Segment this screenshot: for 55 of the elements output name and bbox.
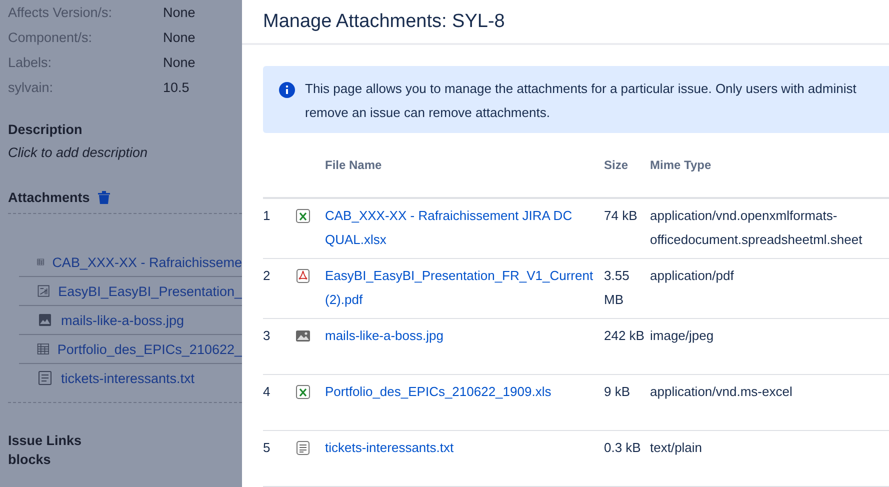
row-number: 4 (263, 383, 270, 401)
row-number: 2 (263, 267, 270, 285)
mime-type-cell: application/vnd.ms-excel (650, 375, 889, 431)
size-cell: 0.3 kB (604, 431, 650, 487)
info-text: This page allows you to manage the attachments for a particular issue. Only users with administ (305, 80, 856, 98)
file-link[interactable]: EasyBI_EasyBI_Presentation_FR_V1_Current (2).pdf (325, 264, 604, 312)
mime-type-cell: application/pdf (650, 259, 889, 319)
column-header: Mime Type (650, 133, 889, 199)
file-link[interactable]: Portfolio_des_EPICs_210622_1909.xls (325, 380, 562, 404)
document-icon (37, 283, 50, 299)
field-label: Affects Version/s: (8, 5, 114, 20)
section-heading: Issue Links (8, 433, 83, 448)
mime-type-cell: application/vnd.openxmlformats-officedocument.spreadsheetml.sheet (650, 199, 889, 259)
field-value: None (163, 5, 196, 20)
mime-type-cell: text/plain (650, 431, 889, 487)
image-file-icon (295, 328, 311, 344)
spreadsheet-icon (37, 341, 50, 357)
dialog-title: Manage Attachments: SYL-8 (263, 10, 505, 33)
section-heading: Description (8, 122, 84, 137)
row-number: 5 (263, 439, 270, 457)
mime-type-cell: image/jpeg (650, 319, 889, 375)
field-label: Component/s: (8, 30, 94, 45)
excel-file-icon (295, 208, 311, 224)
file-link[interactable]: tickets-interessants.txt (325, 436, 464, 460)
description-placeholder[interactable]: Click to add description (8, 145, 242, 160)
info-text: remove an issue can remove attachments. (305, 104, 551, 122)
text-file-icon (37, 370, 53, 386)
excel-file-icon (295, 384, 311, 400)
attachment-link[interactable]: EasyBI_EasyBI_Presentation_ (58, 284, 242, 298)
field-value: None (163, 30, 196, 45)
trash-icon[interactable] (98, 191, 110, 204)
size-cell: 3.55 MB (604, 259, 650, 319)
attachment-link[interactable]: tickets-interessants.txt (61, 370, 195, 386)
field-value: 10.5 (163, 80, 190, 95)
field-value: None (163, 55, 196, 70)
pdf-file-icon (295, 268, 311, 284)
size-cell: 242 kB (604, 319, 650, 375)
size-cell: 9 kB (604, 375, 650, 431)
field-label: sylvain: (8, 80, 54, 95)
attachment-link[interactable]: CAB_XXX-XX - Rafraichisseme (52, 254, 242, 270)
image-icon (37, 312, 53, 328)
attachment-link[interactable]: mails-like-a-boss.jpg (61, 312, 184, 328)
column-header: File Name (325, 133, 604, 199)
link-type: blocks (8, 452, 52, 467)
attachment-link[interactable]: Portfolio_des_EPICs_210622_ (57, 342, 242, 356)
info-icon (279, 82, 295, 98)
size-cell: 74 kB (604, 199, 650, 259)
file-link[interactable]: CAB_XXX-XX - Rafraichissement JIRA DC QUAL.xlsx (325, 204, 604, 252)
field-label: Labels: (8, 55, 53, 70)
file-link[interactable]: mails-like-a-boss.jpg (325, 324, 454, 348)
section-heading: Attachments (8, 190, 90, 205)
column-header: Size (604, 133, 650, 199)
row-number: 1 (263, 207, 270, 225)
row-number: 3 (263, 327, 270, 345)
text-file-icon (295, 440, 311, 456)
